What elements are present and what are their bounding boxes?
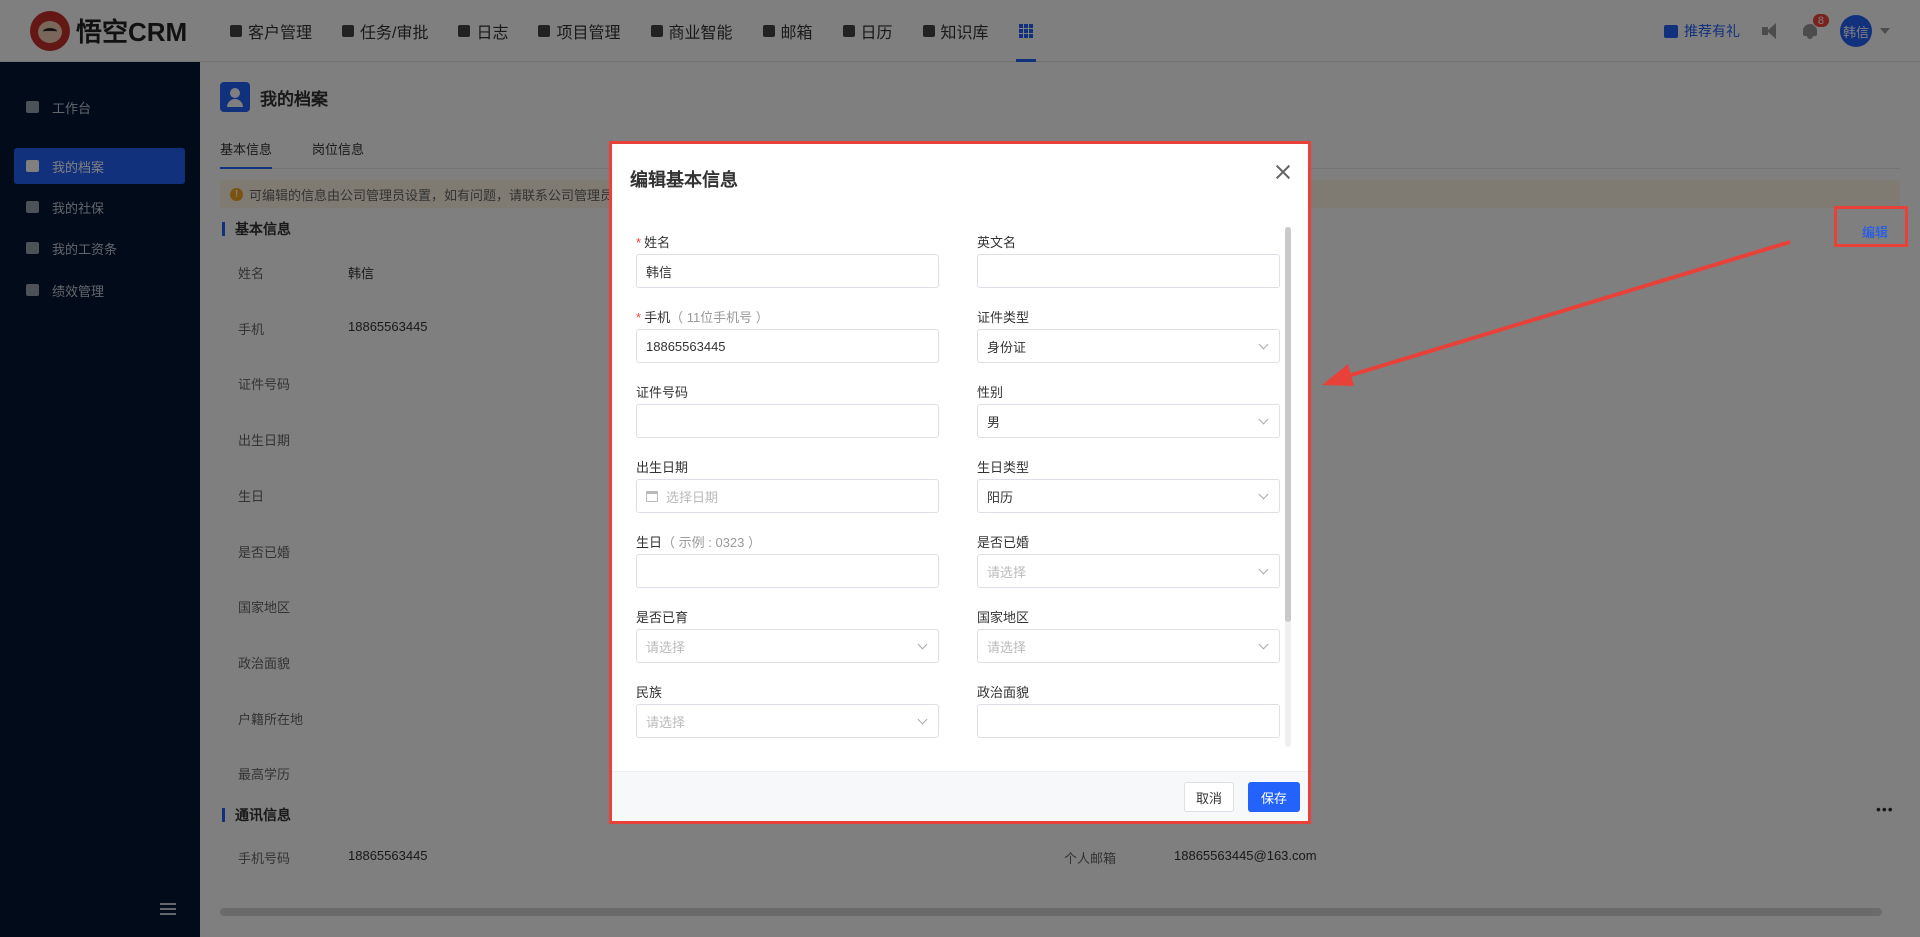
id-type-label: 证件类型 [977,310,1030,325]
chevron-down-icon [917,714,928,725]
close-icon[interactable] [1275,164,1291,180]
chevron-down-icon [917,639,928,650]
save-button[interactable]: 保存 [1248,782,1300,812]
english-name-label: 英文名 [977,235,1017,250]
political-input[interactable] [977,704,1280,738]
gender-label: 性别 [977,385,1004,400]
political-label: 政治面貌 [977,685,1030,700]
married-select[interactable]: 请选择 [977,554,1280,588]
name-input[interactable]: 韩信 [636,254,939,288]
id-type-select[interactable]: 身份证 [977,329,1280,363]
mobile-label: * 手机（ 11位手机号 ） [636,310,769,325]
birth-date-picker[interactable]: 选择日期 [636,479,939,513]
edit-basic-info-dialog: 编辑基本信息 * 姓名 韩信 英文名 * 手机（ 11位手机号 ） 18865563… [609,141,1311,824]
dialog-title: 编辑基本信息 [630,170,738,190]
country-label: 国家地区 [977,610,1030,625]
ethnicity-select[interactable]: 请选择 [636,704,939,738]
calendar-icon [646,490,658,502]
id-number-label: 证件号码 [636,385,689,400]
ethnicity-label: 民族 [636,685,663,700]
dialog-footer: 取消 保存 [612,771,1308,821]
chevron-down-icon [1258,489,1269,500]
gender-select[interactable]: 男 [977,404,1280,438]
english-name-input[interactable] [977,254,1280,288]
dialog-scrollbar[interactable] [1285,227,1291,747]
has-children-select[interactable]: 请选择 [636,629,939,663]
birthday-input[interactable] [636,554,939,588]
id-number-input[interactable] [636,404,939,438]
chevron-down-icon [1258,639,1269,650]
birthday-type-select[interactable]: 阳历 [977,479,1280,513]
chevron-down-icon [1258,414,1269,425]
married-label: 是否已婚 [977,535,1030,550]
chevron-down-icon [1258,564,1269,575]
birthday-type-label: 生日类型 [977,460,1030,475]
name-label: * 姓名 [636,235,671,250]
birth-date-label: 出生日期 [636,460,689,475]
country-select[interactable]: 请选择 [977,629,1280,663]
cancel-button[interactable]: 取消 [1184,782,1234,812]
mobile-input[interactable]: 18865563445 [636,329,939,363]
has-children-label: 是否已育 [636,610,689,625]
chevron-down-icon [1258,339,1269,350]
birthday-label: 生日（ 示例 : 0323 ） [636,535,761,550]
dialog-body: * 姓名 韩信 英文名 * 手机（ 11位手机号 ） 18865563445 证件类… [612,224,1308,744]
